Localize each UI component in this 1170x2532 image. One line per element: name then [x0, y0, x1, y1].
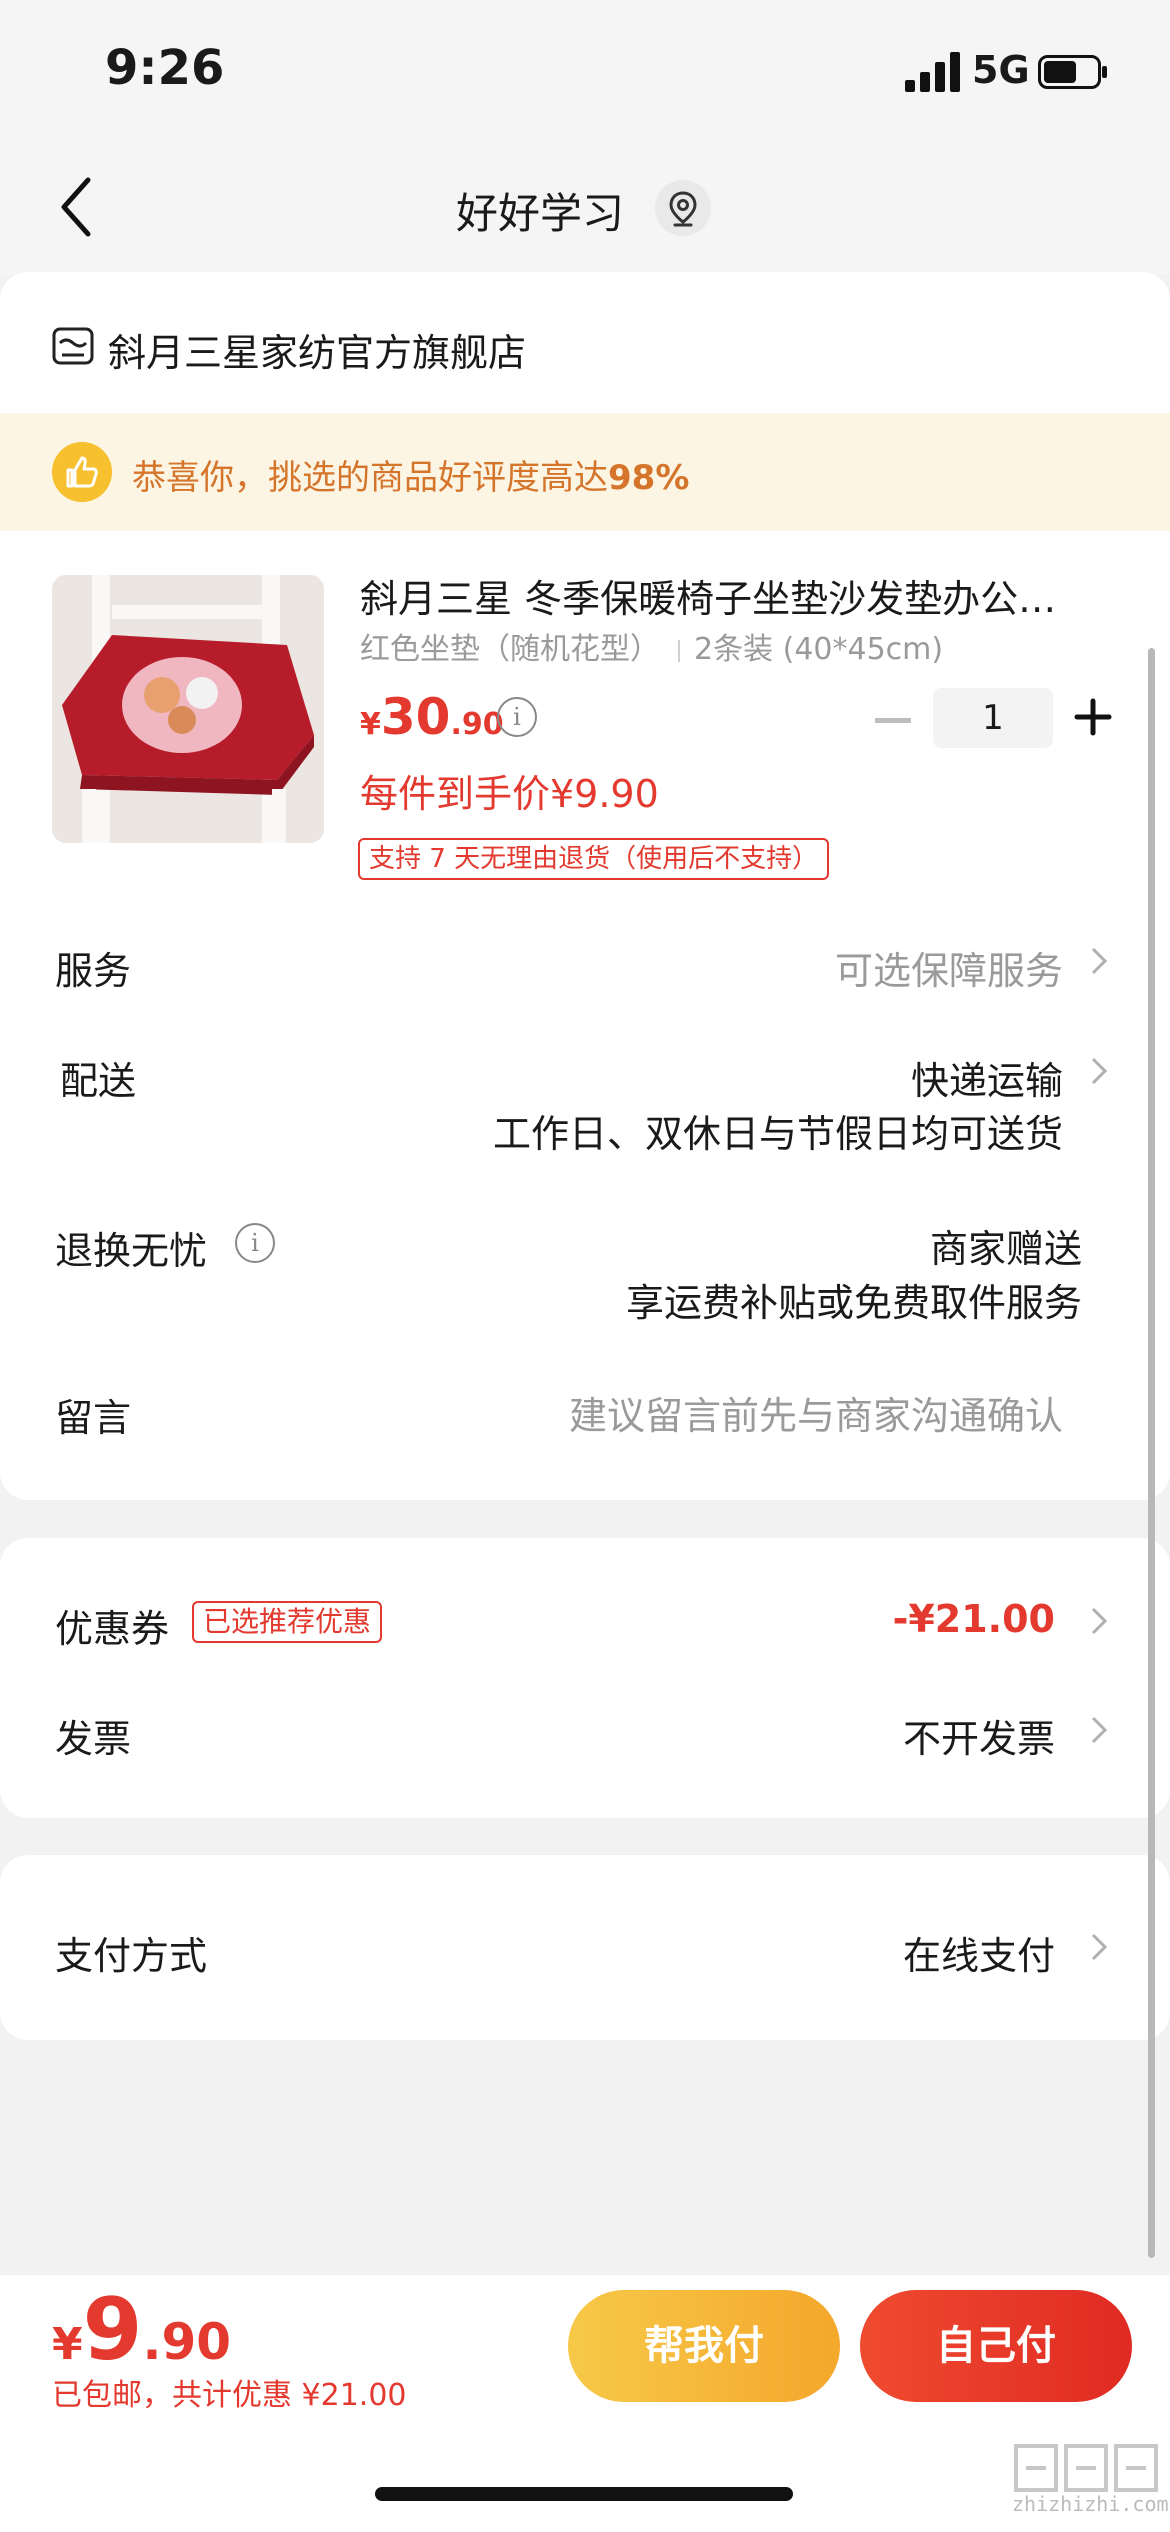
- product-pack: 2条装 (40*45cm): [694, 632, 944, 667]
- price-info-icon[interactable]: i: [497, 697, 537, 737]
- total-price: ¥9.90: [52, 2280, 232, 2380]
- returns-value: 商家赠送: [929, 1227, 1082, 1271]
- product-price: ¥30.90: [360, 688, 504, 746]
- chevron-right-icon[interactable]: [1090, 1932, 1108, 1962]
- spec-divider: [678, 639, 680, 662]
- chevron-right-icon[interactable]: [1090, 1606, 1108, 1636]
- status-time: 9:26: [105, 40, 225, 96]
- payment-label: 支付方式: [55, 1934, 208, 1978]
- location-pin-icon[interactable]: [655, 180, 711, 236]
- battery-icon: [1038, 55, 1107, 89]
- network-type: 5G: [972, 48, 1030, 92]
- returns-label: 退换无忧: [55, 1229, 208, 1273]
- chevron-right-icon[interactable]: [1090, 1715, 1108, 1745]
- coupon-label: 优惠券: [55, 1607, 170, 1651]
- watermark-text: zhizhizhi.com: [1012, 2492, 1169, 2516]
- product-spec[interactable]: 红色坐垫（随机花型） 2条装 (40*45cm): [360, 624, 943, 668]
- message-label: 留言: [55, 1396, 132, 1440]
- rating-percent: 98%: [608, 458, 690, 498]
- watermark-logo: [1014, 2444, 1158, 2492]
- delivery-sub: 工作日、双休日与节假日均可送货: [492, 1112, 1063, 1156]
- thumbs-up-icon: [52, 442, 112, 502]
- chevron-right-icon[interactable]: [1090, 946, 1108, 976]
- service-value[interactable]: 可选保障服务: [835, 940, 1063, 995]
- discount-card: [0, 1538, 1170, 1818]
- store-name[interactable]: 斜月三星家纺官方旗舰店: [108, 322, 526, 377]
- product-variant: 红色坐垫（随机花型）: [360, 632, 660, 667]
- delivery-value[interactable]: 快递运输: [911, 1050, 1063, 1105]
- chevron-right-icon[interactable]: [1090, 1056, 1108, 1086]
- coupon-tag: 已选推荐优惠: [192, 1601, 383, 1643]
- coupon-value[interactable]: -¥21.00: [893, 1597, 1055, 1641]
- home-indicator[interactable]: [375, 2487, 793, 2501]
- signal-icon: [905, 52, 960, 92]
- pay-myself-button[interactable]: 自己付: [860, 2290, 1132, 2402]
- unit-price: 每件到手价¥9.90: [360, 772, 659, 816]
- return-policy-tag: 支持 7 天无理由退货（使用后不支持）: [358, 838, 830, 880]
- message-input[interactable]: 建议留言前先与商家沟通确认: [569, 1385, 1063, 1440]
- page-title: 好好学习: [455, 189, 624, 238]
- quantity-input[interactable]: 1: [933, 688, 1053, 748]
- product-title[interactable]: 斜月三星 冬季保暖椅子坐垫沙发垫办公室椅垫: [360, 568, 1090, 623]
- quantity-decrease-button[interactable]: [875, 718, 911, 723]
- product-image[interactable]: [52, 575, 324, 843]
- shipping-discount-note: 已包邮，共计优惠 ¥21.00: [52, 2378, 407, 2413]
- quantity-increase-button[interactable]: [1073, 697, 1113, 737]
- store-icon: [52, 327, 94, 365]
- returns-sub: 享运费补贴或免费取件服务: [625, 1281, 1082, 1325]
- service-label: 服务: [55, 949, 132, 993]
- invoice-value[interactable]: 不开发票: [903, 1708, 1055, 1763]
- returns-info-icon[interactable]: i: [235, 1223, 275, 1263]
- rating-banner-text: 恭喜你，挑选的商品好评度高达98%: [132, 458, 690, 498]
- invoice-label: 发票: [55, 1717, 132, 1761]
- delivery-label: 配送: [60, 1059, 137, 1103]
- payment-value[interactable]: 在线支付: [903, 1925, 1055, 1980]
- help-me-pay-button[interactable]: 帮我付: [568, 2290, 840, 2402]
- scrollbar[interactable]: [1148, 648, 1155, 2258]
